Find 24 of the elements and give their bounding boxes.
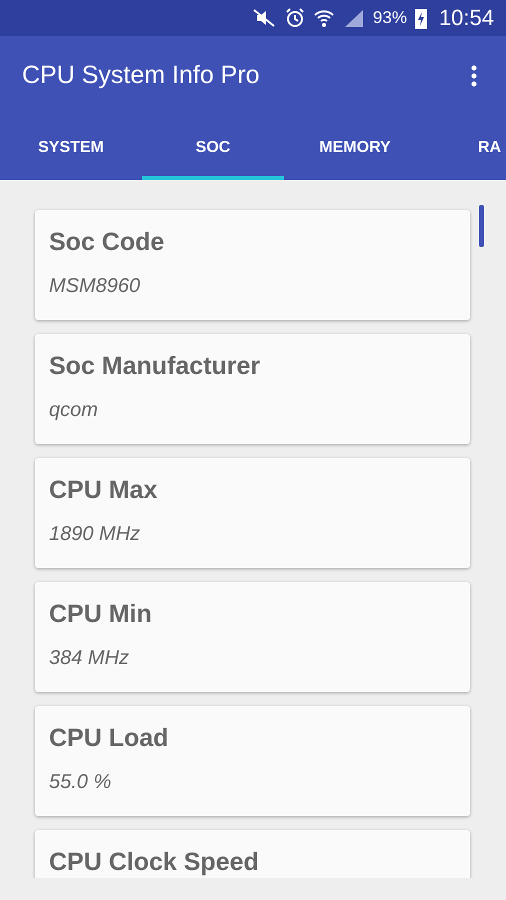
- tab[interactable]: SOC: [142, 115, 284, 180]
- battery-percent: 93%: [372, 8, 407, 28]
- card-title: CPU Max: [49, 476, 158, 505]
- signal-icon: [342, 8, 365, 28]
- card-title: Soc Manufacturer: [49, 352, 262, 381]
- card-title: CPU Min: [49, 600, 153, 629]
- scroll-indicator: [479, 205, 484, 247]
- card-value: 384 MHz: [49, 647, 130, 670]
- card-title: Soc Code: [49, 228, 166, 257]
- card-value: MSM8960: [49, 275, 142, 298]
- card-title: CPU Load: [49, 724, 170, 753]
- app-title: CPU System Info Pro: [22, 61, 260, 90]
- overflow-menu-icon[interactable]: [470, 64, 478, 88]
- clock-time: 10:54: [438, 5, 494, 31]
- card-value: 1890 MHz: [49, 523, 142, 546]
- tab[interactable]: SYSTEM: [0, 115, 142, 180]
- alarm-icon: [284, 8, 305, 28]
- mute-icon: [250, 8, 277, 28]
- card-title: CPU Clock Speed: [49, 848, 260, 877]
- card-value: qcom: [49, 399, 99, 422]
- battery-charging-icon: [414, 7, 427, 29]
- tab[interactable]: RA: [426, 115, 506, 180]
- card-value: 55.0 %: [49, 771, 112, 794]
- tab[interactable]: MEMORY: [284, 115, 426, 180]
